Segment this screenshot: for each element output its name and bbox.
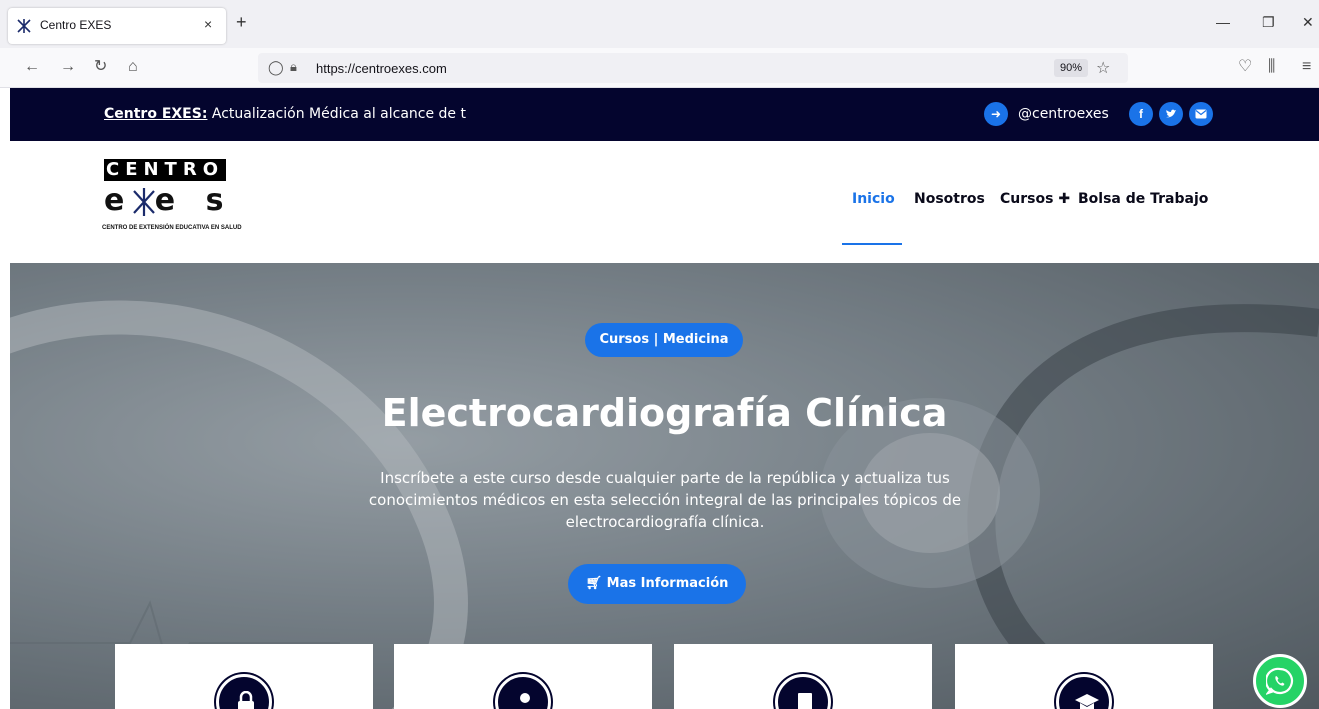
graduation-cap-icon xyxy=(1056,674,1112,709)
active-nav-underline xyxy=(842,243,902,245)
browser-tab[interactable]: Centro EXES × xyxy=(8,8,226,44)
site-header: CENTRO e e s CENTRO DE EXTENSIÓN EDUCATI… xyxy=(10,141,1319,263)
nav-nosotros[interactable]: Nosotros xyxy=(914,191,985,207)
logo-mark-text: e e s xyxy=(104,183,234,218)
whatsapp-button[interactable] xyxy=(1253,654,1307,708)
hero-section: Cursos | Medicina Electrocardiografía Cl… xyxy=(10,263,1319,709)
pocket-icon[interactable]: ♡ xyxy=(1238,58,1252,76)
twitter-icon[interactable] xyxy=(1159,102,1183,126)
library-icon[interactable]: ⫼ xyxy=(1268,58,1275,76)
minimize-icon[interactable]: — xyxy=(1216,14,1230,30)
site-top-bar: Centro EXES: Actualización Médica al alc… xyxy=(10,88,1319,141)
social-handle[interactable]: @centroexes xyxy=(1018,106,1109,122)
window-close-icon[interactable]: ✕ xyxy=(1302,14,1314,31)
close-tab-icon[interactable]: × xyxy=(204,16,212,32)
cart-icon: 🛒︎ xyxy=(585,576,603,591)
restore-icon[interactable]: ❐ xyxy=(1262,14,1275,31)
new-tab-icon[interactable]: + xyxy=(236,12,247,32)
menu-icon[interactable]: ≡ xyxy=(1302,58,1311,76)
logo-mark: e e s xyxy=(104,183,233,218)
url-bar[interactable]: ◯ 🔒︎ https://centroexes.com 90% ☆ xyxy=(258,53,1128,83)
logo-top-text: CENTRO xyxy=(104,159,226,181)
browser-tab-bar: Centro EXES × + — ❐ ✕ xyxy=(0,0,1319,48)
arrow-right-icon[interactable]: ➜ xyxy=(984,102,1008,126)
hero-description: Inscríbete a este curso desde cualquier … xyxy=(368,469,962,531)
plus-icon: ✚ xyxy=(1058,191,1071,207)
centro-exes-logo[interactable]: CENTRO e e s CENTRO DE EXTENSIÓN EDUCATI… xyxy=(102,159,242,237)
book-icon xyxy=(775,674,831,709)
logo-x-symbol-icon xyxy=(133,188,155,216)
category-badge[interactable]: Cursos | Medicina xyxy=(585,323,743,357)
feature-card[interactable] xyxy=(115,644,373,709)
email-icon[interactable] xyxy=(1189,102,1213,126)
nav-bolsa-de-trabajo[interactable]: Bolsa de Trabajo xyxy=(1078,191,1208,207)
doctor-icon xyxy=(495,674,551,709)
browser-nav-bar: ← → ↻ ⌂ ◯ 🔒︎ https://centroexes.com 90% … xyxy=(0,48,1319,88)
tracking-shield-icon[interactable]: ◯ xyxy=(268,59,284,76)
tagline-text: Actualización Médica al alcance de t xyxy=(207,106,466,122)
tab-title: Centro EXES xyxy=(40,18,112,32)
brand-link[interactable]: Centro EXES: xyxy=(104,106,207,122)
nav-inicio[interactable]: Inicio xyxy=(852,191,895,207)
hero-title: Electrocardiografía Clínica xyxy=(381,391,948,435)
lock-icon[interactable]: 🔒︎ xyxy=(290,59,297,75)
whatsapp-icon xyxy=(1266,667,1294,695)
feature-card[interactable] xyxy=(394,644,652,709)
nav-cursos[interactable]: Cursos ✚ xyxy=(1000,191,1070,207)
url-text[interactable]: https://centroexes.com xyxy=(316,61,447,76)
top-tagline: Centro EXES: Actualización Médica al alc… xyxy=(104,106,466,122)
more-info-label: Mas Información xyxy=(606,576,729,591)
feature-card[interactable] xyxy=(674,644,932,709)
bookmark-star-icon[interactable]: ☆ xyxy=(1096,58,1110,78)
facebook-icon[interactable]: f xyxy=(1129,102,1153,126)
feature-card[interactable] xyxy=(955,644,1213,709)
lock-icon xyxy=(216,674,272,709)
nav-cursos-label: Cursos xyxy=(1000,191,1054,207)
zoom-level[interactable]: 90% xyxy=(1054,59,1089,77)
home-icon[interactable]: ⌂ xyxy=(128,58,138,76)
reload-icon[interactable]: ↻ xyxy=(94,58,107,76)
forward-icon[interactable]: → xyxy=(60,58,76,76)
more-info-button[interactable]: 🛒︎ Mas Información xyxy=(568,564,746,604)
logo-subtitle: CENTRO DE EXTENSIÓN EDUCATIVA EN SALUD xyxy=(102,225,242,231)
site-favicon-icon xyxy=(17,19,31,33)
back-icon[interactable]: ← xyxy=(24,58,40,76)
